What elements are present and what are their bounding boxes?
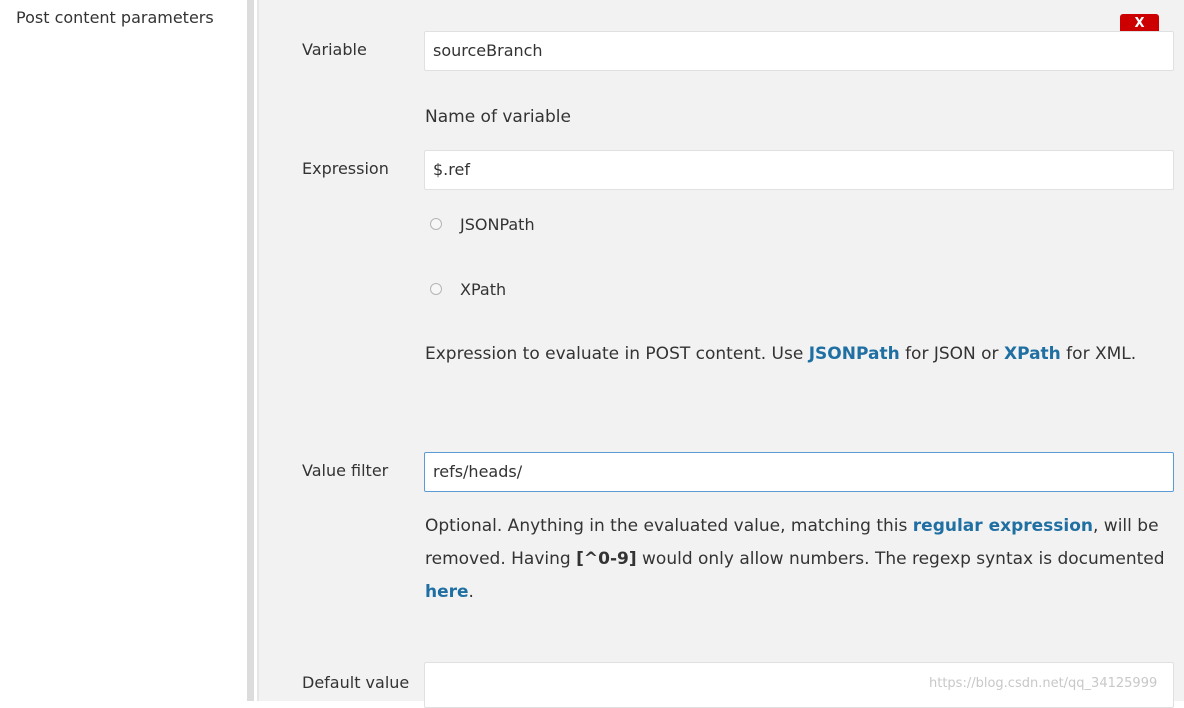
radio-jsonpath[interactable] bbox=[430, 218, 442, 230]
xpath-link[interactable]: XPath bbox=[1004, 344, 1061, 364]
regular-expression-link[interactable]: regular expression bbox=[913, 516, 1093, 536]
value-filter-help: Optional. Anything in the evaluated valu… bbox=[425, 510, 1175, 609]
watermark: https://blog.csdn.net/qq_34125999 bbox=[929, 676, 1158, 691]
variable-input[interactable]: sourceBranch bbox=[424, 31, 1174, 71]
here-link[interactable]: here bbox=[425, 582, 469, 602]
radio-jsonpath-label: JSONPath bbox=[460, 214, 535, 234]
radio-xpath[interactable] bbox=[430, 283, 442, 295]
expression-help-text-2: for JSON or bbox=[899, 344, 1004, 364]
regex-example: [^0-9] bbox=[576, 549, 637, 569]
radio-option-xpath[interactable]: XPath bbox=[430, 277, 506, 301]
expression-input[interactable]: $.ref bbox=[424, 150, 1174, 190]
section-title: Post content parameters bbox=[16, 8, 214, 27]
value-filter-label: Value filter bbox=[302, 461, 389, 480]
radio-xpath-label: XPath bbox=[460, 279, 507, 299]
value-filter-help-text-3: would only allow numbers. The regexp syn… bbox=[636, 549, 1165, 569]
variable-label: Variable bbox=[302, 40, 367, 59]
jsonpath-link[interactable]: JSONPath bbox=[809, 344, 900, 364]
variable-help: Name of variable bbox=[425, 107, 571, 127]
default-value-label: Default value bbox=[302, 673, 410, 692]
expression-help-text-3: for XML. bbox=[1060, 344, 1137, 364]
value-filter-help-text-1: Optional. Anything in the evaluated valu… bbox=[425, 516, 913, 536]
expression-help: Expression to evaluate in POST content. … bbox=[425, 338, 1175, 371]
expression-help-text-1: Expression to evaluate in POST content. … bbox=[425, 344, 809, 364]
section-divider bbox=[247, 0, 254, 701]
value-filter-help-text-4: . bbox=[468, 582, 474, 602]
radio-option-jsonpath[interactable]: JSONPath bbox=[430, 212, 535, 236]
expression-label: Expression bbox=[302, 159, 389, 178]
value-filter-input[interactable]: refs/heads/ bbox=[424, 452, 1174, 492]
